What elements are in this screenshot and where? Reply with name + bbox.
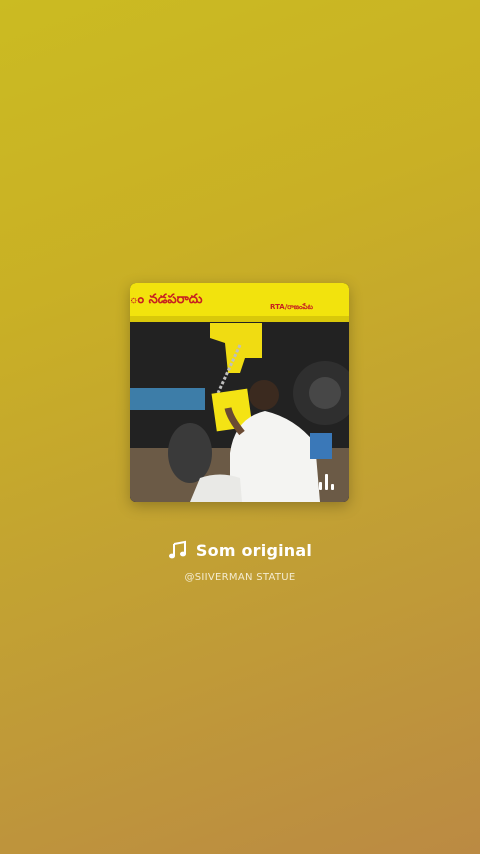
cover-sign-left: ం నడపరాదు bbox=[130, 292, 203, 307]
cover-image bbox=[130, 283, 349, 502]
artist-name[interactable]: @SIIVERMAN STATUE bbox=[0, 572, 480, 583]
equalizer-bars-icon bbox=[319, 472, 337, 490]
track-info-row[interactable]: Som original bbox=[0, 537, 480, 563]
album-cover[interactable]: ం నడపరాదు RTA/రాజంపేట bbox=[130, 283, 349, 502]
cover-sign-right: RTA/రాజంపేట bbox=[270, 303, 313, 311]
music-note-icon bbox=[168, 540, 186, 559]
track-title[interactable]: Som original bbox=[196, 541, 312, 560]
